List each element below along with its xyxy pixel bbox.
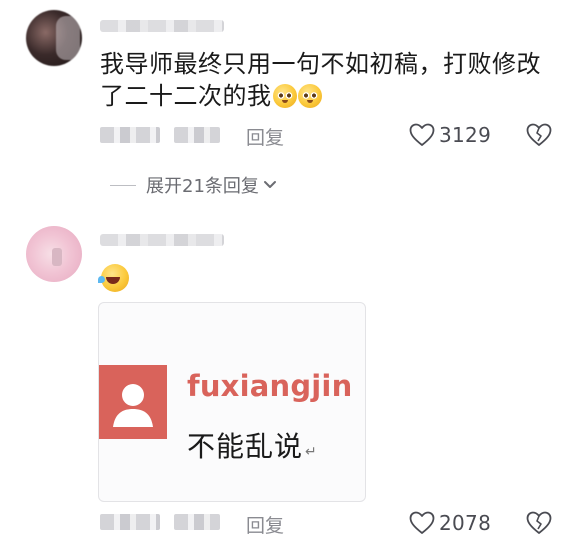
like-count: 2078 [439,511,492,535]
rolling-laughing-icon [98,264,129,292]
avatar[interactable] [26,226,82,282]
return-mark: ↵ [305,444,318,460]
like-button[interactable]: 3129 [409,123,491,147]
location-blurred [174,127,220,143]
username-blurred[interactable] [100,234,224,246]
timestamp-blurred [100,127,160,143]
comment-text: 我导师最终只用一句不如初稿，打败修改 了二十二次的我 [100,48,541,112]
chevron-down-icon [263,181,276,188]
reply-button[interactable]: 回复 [246,123,284,150]
comment-text-segment: 了二十二次的我 [100,82,272,110]
card-text-content: 不能乱说 [187,430,304,463]
comment-text-line: 了二十二次的我 [100,80,541,112]
expand-replies-button[interactable]: 展开21条回复 [110,172,277,198]
card-text: 不能乱说 ↵ [187,425,318,465]
broken-heart-icon[interactable] [526,123,552,147]
timestamp-blurred [100,514,160,530]
reply-button[interactable]: 回复 [246,511,284,538]
like-button[interactable]: 2078 [409,511,491,535]
pleading-face-icon [272,84,297,108]
comment-feed: 我导师最终只用一句不如初稿，打败修改 了二十二次的我 回复 3129 展开21条… [0,0,584,544]
comment-text-line: 我导师最终只用一句不如初稿，打败修改 [100,50,541,78]
card-username: fuxiangjin [187,369,353,403]
pleading-face-icon [297,84,322,108]
expand-replies-label: 展开21条回复 [146,176,259,197]
divider-line [110,184,136,186]
username-blurred[interactable] [100,20,224,32]
user-silhouette-icon [99,365,167,439]
like-count: 3129 [439,123,492,147]
heart-outline-icon [409,123,435,146]
heart-outline-icon [409,511,435,534]
image-attachment[interactable]: fuxiangjin 不能乱说 ↵ [98,302,366,502]
comment-emoji-row [98,264,129,292]
location-blurred [174,514,220,530]
avatar[interactable] [26,10,82,66]
broken-heart-icon[interactable] [526,511,552,535]
